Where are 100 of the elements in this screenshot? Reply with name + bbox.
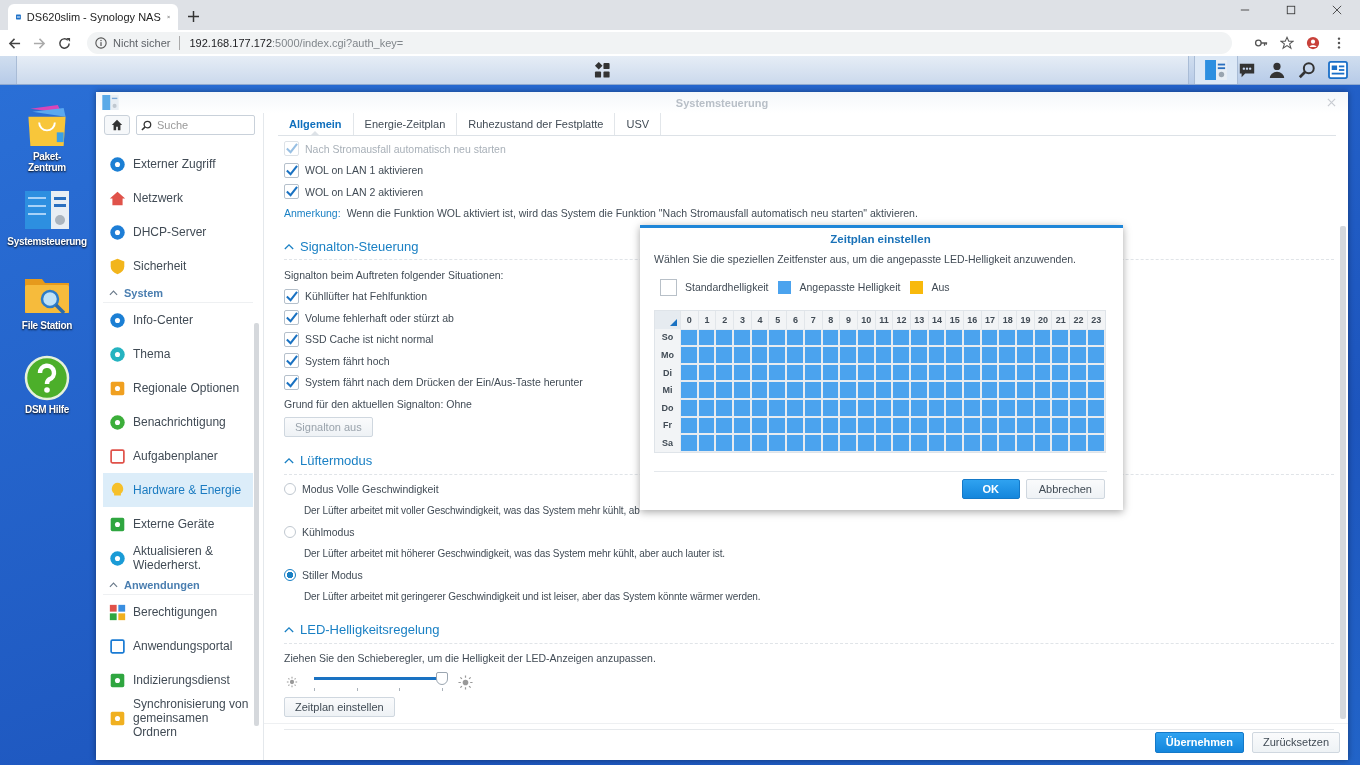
time-slot[interactable] xyxy=(769,417,786,434)
checkbox[interactable] xyxy=(284,184,299,200)
hour-label[interactable]: 18 xyxy=(998,311,1017,329)
time-slot[interactable] xyxy=(999,435,1016,451)
sidebar-item[interactable]: Synchronisierung von gemeinsamen Ordnern xyxy=(103,697,253,739)
time-slot[interactable] xyxy=(1070,399,1086,416)
checkbox[interactable] xyxy=(284,310,299,326)
time-slot[interactable] xyxy=(787,329,803,346)
time-slot[interactable] xyxy=(1087,347,1104,363)
browser-tab[interactable]: DS620slim - Synology NAS xyxy=(8,4,178,30)
address-bar[interactable]: Nicht sicher 192.168.177.172:5000/index.cgi?auth_key= xyxy=(87,32,1232,54)
time-slot[interactable] xyxy=(769,329,786,346)
time-slot[interactable] xyxy=(857,329,874,346)
hour-label[interactable]: 15 xyxy=(945,311,963,329)
time-slot[interactable] xyxy=(857,399,874,416)
sidebar-item[interactable]: Externe Geräte xyxy=(103,507,253,541)
time-slot[interactable] xyxy=(1034,347,1051,363)
time-slot[interactable] xyxy=(1017,399,1033,416)
time-slot[interactable] xyxy=(999,364,1016,381)
widgets-icon[interactable] xyxy=(1328,61,1348,79)
corner-triangle-icon[interactable] xyxy=(670,318,677,326)
time-slot[interactable] xyxy=(698,417,715,434)
time-slot[interactable] xyxy=(822,364,839,381)
day-label[interactable]: Mi xyxy=(655,381,680,399)
desktop-icon-label[interactable]: File Station xyxy=(21,320,73,331)
time-slot[interactable] xyxy=(1034,435,1051,451)
time-slot[interactable] xyxy=(681,399,697,416)
time-slot[interactable] xyxy=(875,399,892,416)
time-slot[interactable] xyxy=(716,364,733,381)
time-slot[interactable] xyxy=(1087,329,1104,346)
time-slot[interactable] xyxy=(981,329,998,346)
time-slot[interactable] xyxy=(1034,329,1051,346)
sidebar-item[interactable]: Aufgabenplaner xyxy=(103,439,253,473)
radio-button[interactable] xyxy=(284,526,296,539)
time-slot[interactable] xyxy=(875,382,892,398)
time-slot[interactable] xyxy=(946,399,962,416)
account-icon[interactable] xyxy=(1306,36,1320,50)
time-slot[interactable] xyxy=(716,329,733,346)
time-slot[interactable] xyxy=(822,435,839,451)
time-slot[interactable] xyxy=(840,364,856,381)
time-slot[interactable] xyxy=(1052,329,1069,346)
time-slot[interactable] xyxy=(751,364,768,381)
time-slot[interactable] xyxy=(875,364,892,381)
time-slot[interactable] xyxy=(893,417,909,434)
time-slot[interactable] xyxy=(999,347,1016,363)
category-header[interactable]: Anwendungen xyxy=(103,575,253,595)
time-slot[interactable] xyxy=(734,364,750,381)
sidebar-item[interactable]: Berechtigungen xyxy=(103,595,253,629)
main-menu-button[interactable] xyxy=(16,56,1189,84)
desktop-icon-label[interactable]: Paket- Zentrum xyxy=(28,151,66,173)
time-slot[interactable] xyxy=(769,399,786,416)
time-slot[interactable] xyxy=(734,329,750,346)
time-slot[interactable] xyxy=(1087,435,1104,451)
time-slot[interactable] xyxy=(910,347,927,363)
time-slot[interactable] xyxy=(981,382,998,398)
time-slot[interactable] xyxy=(1070,417,1086,434)
time-slot[interactable] xyxy=(1087,382,1104,398)
time-slot[interactable] xyxy=(769,382,786,398)
hour-label[interactable]: 6 xyxy=(786,311,804,329)
desktop-icon-label[interactable]: Systemsteuerung xyxy=(7,236,87,247)
time-slot[interactable] xyxy=(716,347,733,363)
home-button[interactable] xyxy=(104,115,130,135)
search-icon[interactable] xyxy=(1298,61,1316,79)
desktop-icon-label[interactable]: DSM Hilfe xyxy=(25,404,69,415)
time-slot[interactable] xyxy=(964,329,980,346)
time-slot[interactable] xyxy=(981,435,998,451)
time-slot[interactable] xyxy=(1087,399,1104,416)
sidebar-item[interactable]: Anwendungsportal xyxy=(103,629,253,663)
time-slot[interactable] xyxy=(1070,329,1086,346)
hour-label[interactable]: 2 xyxy=(715,311,734,329)
time-slot[interactable] xyxy=(804,347,821,363)
time-slot[interactable] xyxy=(893,364,909,381)
time-slot[interactable] xyxy=(751,417,768,434)
time-slot[interactable] xyxy=(804,435,821,451)
time-slot[interactable] xyxy=(804,329,821,346)
close-icon[interactable] xyxy=(1327,98,1336,107)
time-slot[interactable] xyxy=(698,364,715,381)
time-slot[interactable] xyxy=(928,347,945,363)
hour-label[interactable]: 12 xyxy=(892,311,910,329)
section-toggle[interactable]: Signalton-Steuerung xyxy=(284,237,419,255)
time-slot[interactable] xyxy=(698,435,715,451)
time-slot[interactable] xyxy=(787,364,803,381)
help-icon[interactable] xyxy=(24,355,70,401)
star-icon[interactable] xyxy=(1280,36,1294,50)
time-slot[interactable] xyxy=(910,382,927,398)
sidebar-item[interactable]: Externer Zugriff xyxy=(103,147,253,181)
time-slot[interactable] xyxy=(999,399,1016,416)
time-slot[interactable] xyxy=(1052,364,1069,381)
hour-label[interactable]: 19 xyxy=(1016,311,1034,329)
time-slot[interactable] xyxy=(1052,435,1069,451)
section-toggle[interactable]: Lüftermodus xyxy=(284,451,373,470)
time-slot[interactable] xyxy=(857,435,874,451)
time-slot[interactable] xyxy=(751,347,768,363)
sidebar-item[interactable]: Thema xyxy=(103,337,253,371)
sidebar-item[interactable]: Sicherheit xyxy=(103,249,253,283)
time-slot[interactable] xyxy=(928,382,945,398)
hour-label[interactable]: 16 xyxy=(963,311,981,329)
slider-thumb[interactable] xyxy=(436,672,448,685)
time-slot[interactable] xyxy=(910,417,927,434)
time-slot[interactable] xyxy=(999,329,1016,346)
